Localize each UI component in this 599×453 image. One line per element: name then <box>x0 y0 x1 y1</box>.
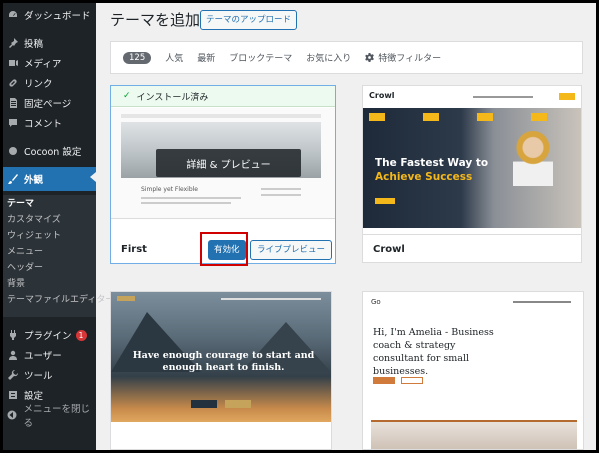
sidebar-item-label: 外観 <box>24 175 44 186</box>
sidebar-item-label: 設定 <box>24 391 44 402</box>
sidebar-item-media[interactable]: メディア <box>3 53 96 73</box>
filter-latest[interactable]: 最新 <box>197 51 215 64</box>
installed-label: インストール済み <box>136 92 209 103</box>
media-icon <box>7 58 18 69</box>
highlight-box <box>200 232 248 266</box>
link-icon <box>7 78 18 89</box>
sidebar-item-label: メニューを閉じる <box>23 404 91 429</box>
theme-count-badge: 125 <box>123 51 152 64</box>
theme-card-crowl[interactable]: Crowl The Fastest Way to Achieve Success… <box>362 85 582 263</box>
sidebar-item-dashboard[interactable]: ダッシュボード <box>3 5 96 25</box>
checkmark-icon: ✓ <box>123 91 131 101</box>
installed-notice: ✓ インストール済み <box>111 86 335 107</box>
submenu-header[interactable]: ヘッダー <box>7 261 43 276</box>
submenu-background[interactable]: 背景 <box>7 277 25 292</box>
sidebar-item-pages[interactable]: 固定ページ <box>3 93 96 113</box>
plugin-icon <box>7 330 18 341</box>
theme-name-crowl: Crowl <box>373 244 405 255</box>
sidebar-item-label: 投稿 <box>24 39 44 50</box>
first-shot-heading: Simple yet Flexible <box>141 186 198 193</box>
sidebar-item-tools[interactable]: ツール <box>3 365 96 385</box>
appearance-icon <box>7 174 18 185</box>
sidebar-item-label: Cocoon 設定 <box>24 147 82 158</box>
sidebar-item-label: ダッシュボード <box>24 11 91 22</box>
sidebar-item-plugins[interactable]: プラグイン 1 <box>3 325 96 345</box>
live-preview-button[interactable]: ライブプレビュー <box>250 240 333 260</box>
sidebar-item-cocoon[interactable]: Cocoon 設定 <box>3 141 96 161</box>
gear-icon <box>365 53 375 62</box>
tool-icon <box>7 370 18 381</box>
sidebar-item-label: メディア <box>24 59 62 70</box>
crowl-headline-1: The Fastest Way to <box>375 157 489 169</box>
third-headline: Have enough courage to start and enough … <box>132 350 315 373</box>
comment-icon <box>7 118 18 129</box>
feature-filter-label: 特徴フィルター <box>378 54 442 64</box>
user-icon <box>7 350 18 361</box>
cocoon-icon <box>7 146 18 157</box>
theme-screenshot-amelia: Go Hi, I'm Amelia - Business coach & str… <box>363 292 583 449</box>
sidebar-item-label: リンク <box>24 79 53 90</box>
sidebar-item-label: コメント <box>24 119 63 130</box>
sidebar-item-label: ツール <box>24 371 53 382</box>
amelia-logo: Go <box>371 298 381 306</box>
sidebar-collapse[interactable]: メニューを閉じる <box>3 404 96 429</box>
crowl-headline-2: Achieve Success <box>375 171 473 183</box>
admin-window: ダッシュボード 投稿 メディア リンク 固定ページ コメント Cocoon 設定 <box>3 3 596 450</box>
crowl-logo: Crowl <box>369 91 395 100</box>
theme-screenshot-crowl: Crowl The Fastest Way to Achieve Success <box>363 86 581 234</box>
theme-screenshot-third: Have enough courage to start and enough … <box>111 292 331 422</box>
filter-popular[interactable]: 人気 <box>165 51 183 64</box>
feature-filter-button[interactable]: 特徴フィルター <box>365 51 441 64</box>
theme-card-third[interactable]: Have enough courage to start and enough … <box>110 291 332 450</box>
theme-card-amelia[interactable]: Go Hi, I'm Amelia - Business coach & str… <box>362 291 584 450</box>
page-title: テーマを追加 <box>110 11 201 29</box>
submenu-customize[interactable]: カスタマイズ <box>7 213 61 228</box>
admin-sidebar: ダッシュボード 投稿 メディア リンク 固定ページ コメント Cocoon 設定 <box>3 3 114 450</box>
theme-filter-bar: 125 人気 最新 ブロックテーマ お気に入り 特徴フィルター <box>110 41 583 74</box>
details-preview-button[interactable]: 詳細 & プレビュー <box>156 149 301 177</box>
amelia-headline: Hi, I'm Amelia - Business coach & strate… <box>373 327 494 377</box>
filter-favorites[interactable]: お気に入り <box>306 51 351 64</box>
upload-theme-button[interactable]: テーマのアップロード <box>200 10 298 30</box>
submenu-menus[interactable]: メニュー <box>7 245 43 260</box>
sidebar-item-comments[interactable]: コメント <box>3 113 96 133</box>
sidebar-item-label: プラグイン <box>24 331 72 342</box>
plugin-update-badge: 1 <box>75 329 87 341</box>
appearance-submenu: テーマ カスタマイズ ウィジェット メニュー ヘッダー 背景 テーマファイルエデ… <box>3 195 114 317</box>
page-icon <box>7 98 18 109</box>
sidebar-item-appearance[interactable]: 外観 <box>3 167 96 191</box>
pin-icon <box>7 38 18 49</box>
collapse-icon <box>7 410 18 421</box>
main-content: テーマを追加 テーマのアップロード 125 人気 最新 ブロックテーマ お気に入… <box>96 3 596 450</box>
sidebar-item-label: ユーザー <box>24 351 62 362</box>
settings-icon <box>7 390 18 401</box>
sidebar-item-label: 固定ページ <box>24 99 72 110</box>
sidebar-item-users[interactable]: ユーザー <box>3 345 96 365</box>
submenu-widgets[interactable]: ウィジェット <box>7 229 61 244</box>
sidebar-item-posts[interactable]: 投稿 <box>3 33 96 53</box>
filter-block-themes[interactable]: ブロックテーマ <box>229 51 292 64</box>
sidebar-item-links[interactable]: リンク <box>3 73 96 93</box>
dashboard-icon <box>7 10 18 21</box>
theme-name-first: First <box>121 244 147 255</box>
submenu-themes[interactable]: テーマ <box>7 197 34 212</box>
